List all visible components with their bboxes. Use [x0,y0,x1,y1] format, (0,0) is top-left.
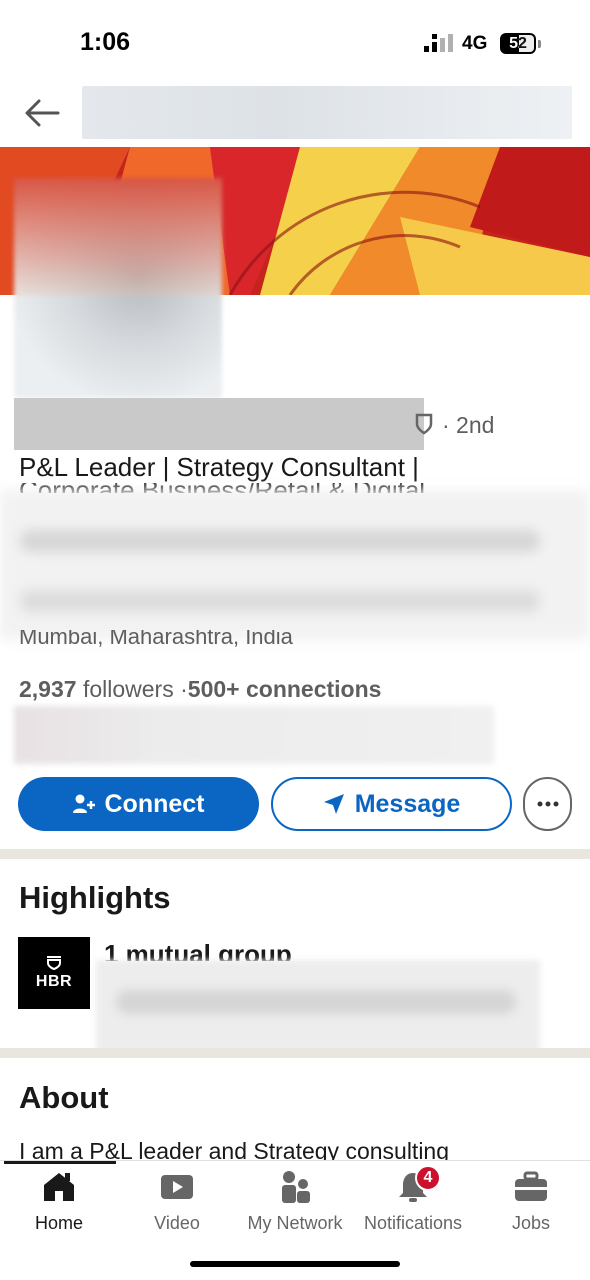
signal-icon [424,34,453,52]
home-indicator [190,1261,400,1267]
mutual-group-redacted [96,960,540,1052]
nav-notifications[interactable]: 4 Notifications [354,1165,472,1234]
nav-video-label: Video [154,1213,200,1233]
briefcase-icon [515,1171,547,1201]
more-icon [537,801,558,807]
profile-location: Mumbai, Maharashtra, India [19,630,293,649]
more-button[interactable] [523,777,572,831]
home-icon [44,1173,74,1201]
profile-headline: P&L Leader | Strategy Consultant | [19,452,419,482]
battery-level: 52 [509,35,527,52]
connect-label: Connect [104,789,205,818]
status-bar: 1:06 4G 52 [0,0,590,80]
video-icon [161,1175,193,1199]
section-divider [0,1048,590,1058]
redacted-details [0,490,590,640]
network-label: 4G [462,33,488,54]
mutual-connections-redacted [14,706,494,764]
about-title: About [19,1080,109,1115]
nav-notifications-label: Notifications [363,1213,463,1233]
nav-my-network[interactable]: My Network [236,1169,354,1234]
hbr-shield-icon [47,955,61,970]
hbr-logo[interactable]: HBR [18,937,90,1009]
send-icon [323,794,344,814]
back-arrow-icon[interactable] [22,96,62,130]
search-bar[interactable] [82,86,572,139]
my-network-icon [282,1171,310,1203]
mutual-group-title[interactable]: 1 mutual group [104,939,404,961]
about-text: I am a P&L leader and Strategy consultin… [19,1138,450,1162]
nav-home[interactable]: Home [0,1169,118,1234]
verified-shield-icon [415,413,433,435]
nav-my-network-label: My Network [247,1213,343,1233]
top-nav [0,80,590,146]
hbr-logo-text: HBR [35,972,73,990]
profile-avatar[interactable] [14,178,222,398]
connection-degree: · 2nd [442,412,495,438]
highlights-title: Highlights [19,880,171,915]
connections-count: 500+ connections [187,676,382,702]
profile-stats[interactable]: 2,937 followers ·500+ connections [19,676,381,703]
section-divider [0,849,590,859]
home-active-indicator [4,1161,116,1164]
nav-jobs-label: Jobs [511,1213,551,1233]
nav-video[interactable]: Video [118,1169,236,1234]
message-label: Message [354,789,461,818]
notification-badge: 4 [415,1165,441,1191]
message-button[interactable]: Message [271,777,512,831]
profile-name-redacted [14,398,424,450]
status-time: 1:06 [80,28,131,56]
stats-separator: · [180,676,188,702]
add-person-icon [72,794,95,813]
followers-label: followers [82,676,174,702]
connect-button[interactable]: Connect [18,777,259,831]
followers-count: 2,937 [19,676,77,702]
nav-jobs[interactable]: Jobs [472,1169,590,1234]
battery-icon: 52 [500,33,542,55]
nav-home-label: Home [34,1213,83,1233]
